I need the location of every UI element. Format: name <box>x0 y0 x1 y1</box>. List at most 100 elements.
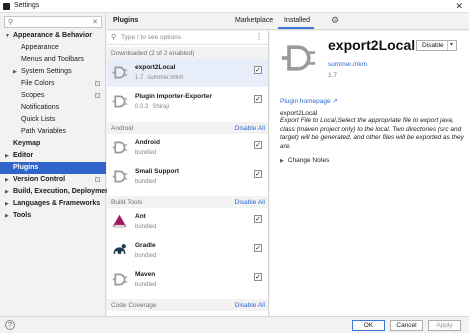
plugin-search-input[interactable]: ⚲ Type / to see options ⋮ <box>107 31 268 45</box>
chevron-right-icon[interactable]: ▶ <box>5 186 9 198</box>
vendor-link[interactable]: summer.mkm <box>328 61 367 68</box>
plugin-description: Export File to Local,Select the appropri… <box>280 117 464 150</box>
disable-all-link[interactable]: Disable All <box>235 302 265 309</box>
plugins-header: Plugins Marketplace Installed ⚙ <box>107 13 469 30</box>
sidebar-item-system-settings[interactable]: ▶ System Settings <box>0 66 106 78</box>
sidebar-item-label: Appearance & Behavior <box>13 32 92 39</box>
close-icon[interactable]: ✕ <box>455 1 463 12</box>
plugin-list: ⚲ Type / to see options ⋮ Downloaded (2 … <box>107 31 269 316</box>
app-icon <box>3 3 10 10</box>
chevron-right-icon[interactable]: ▶ <box>13 66 17 78</box>
group-label: Android <box>111 125 134 132</box>
sidebar-item-label: Quick Lists <box>21 116 56 123</box>
sidebar-item-label: Languages & Frameworks <box>13 200 101 207</box>
project-settings-icon <box>95 81 100 86</box>
change-notes-toggle[interactable]: ▶ Change Notes <box>280 157 329 164</box>
sidebar-search-input[interactable]: ⚲ ✕ <box>4 16 102 28</box>
settings-sidebar: ⚲ ✕ ▼ Appearance & Behavior Appearance Menu… <box>0 13 112 316</box>
sidebar-item-editor[interactable]: ▶ Editor <box>0 150 106 162</box>
disable-button-label: Disable <box>422 42 444 49</box>
plugin-meta: bundled <box>135 253 157 259</box>
plugin-row-export2local[interactable]: export2Local 1.7 summer.mkm ✓ <box>107 59 268 87</box>
plugin-version: 1.7 <box>328 72 338 79</box>
search-icon: ⚲ <box>8 19 14 26</box>
plugin-homepage-link[interactable]: Plugin homepage ↗ <box>280 97 338 105</box>
chevron-right-icon[interactable]: ▶ <box>5 150 9 162</box>
plugin-row-smali-support[interactable]: Smali Support bundled ✓ <box>107 163 268 191</box>
sidebar-item-quick-lists[interactable]: Quick Lists <box>0 114 106 126</box>
dialog-footer: ? OK Cancel Apply <box>0 316 469 333</box>
sidebar-item-build-execution-deployment[interactable]: ▶ Build, Execution, Deployment <box>0 186 112 198</box>
sidebar-item-file-colors[interactable]: File Colors <box>0 78 106 90</box>
sidebar-item-path-variables[interactable]: Path Variables <box>0 126 106 138</box>
enable-checkbox[interactable]: ✓ <box>254 66 262 74</box>
title-bar: Settings ✕ <box>0 0 469 13</box>
disable-all-link[interactable]: Disable All <box>235 125 265 132</box>
ok-button[interactable]: OK <box>352 320 385 331</box>
disable-button[interactable]: Disable ▾ <box>416 40 457 51</box>
plugin-id: export2Local <box>280 110 318 117</box>
sidebar-item-label: Plugins <box>13 164 39 171</box>
sidebar-item-scopes[interactable]: Scopes <box>0 90 106 102</box>
group-android: Android Disable All <box>107 122 268 134</box>
page-title: Plugins <box>113 17 139 24</box>
plugin-row-ant[interactable]: Ant bundled ✓ <box>107 208 268 236</box>
more-options-icon[interactable]: ⋮ <box>255 32 263 41</box>
sidebar-item-label: Scopes <box>21 92 45 99</box>
plugin-row-android[interactable]: Android bundled ✓ <box>107 134 268 162</box>
plugin-plug-icon <box>281 45 316 71</box>
sidebar-item-label: Version Control <box>13 176 66 183</box>
chevron-right-icon[interactable]: ▶ <box>5 174 9 186</box>
chevron-down-icon[interactable]: ▾ <box>450 41 453 48</box>
plugin-row-maven[interactable]: Maven bundled ✓ <box>107 266 268 294</box>
sidebar-item-notifications[interactable]: Notifications <box>0 102 106 114</box>
window-title: Settings <box>14 2 40 9</box>
plugin-name: Gradle <box>135 242 156 249</box>
sidebar-item-label: Notifications <box>21 104 60 111</box>
enable-checkbox[interactable]: ✓ <box>254 141 262 149</box>
gear-icon[interactable]: ⚙ <box>331 15 339 26</box>
chevron-right-icon[interactable]: ▶ <box>5 198 9 210</box>
tab-installed-indicator <box>278 27 314 29</box>
sidebar-item-appearance-behavior[interactable]: ▼ Appearance & Behavior <box>0 30 106 42</box>
sidebar-item-label: System Settings <box>21 68 72 75</box>
chevron-down-icon[interactable]: ▼ <box>5 30 10 42</box>
sidebar-item-label: Editor <box>13 152 34 159</box>
sidebar-item-appearance[interactable]: Appearance <box>0 42 106 54</box>
cancel-button[interactable]: Cancel <box>390 320 423 331</box>
group-label: Build Tools <box>111 199 143 206</box>
plugin-meta: bundled <box>135 150 157 156</box>
apply-button[interactable]: Apply <box>428 320 461 331</box>
sidebar-item-menus-and-toolbars[interactable]: Menus and Toolbars <box>0 54 106 66</box>
enable-checkbox[interactable]: ✓ <box>254 244 262 252</box>
enable-checkbox[interactable]: ✓ <box>254 273 262 281</box>
group-code-coverage: Code Coverage Disable All <box>107 299 268 311</box>
enable-checkbox[interactable]: ✓ <box>254 170 262 178</box>
tab-installed[interactable]: Installed <box>284 17 310 24</box>
change-notes-label: Change Notes <box>287 157 330 164</box>
sidebar-item-label: Tools <box>13 212 32 219</box>
clear-icon[interactable]: ✕ <box>92 18 98 26</box>
gradle-elephant-icon <box>113 244 126 254</box>
sidebar-item-label: Build, Execution, Deployment <box>13 188 112 195</box>
sidebar-item-languages-frameworks[interactable]: ▶ Languages & Frameworks <box>0 198 106 210</box>
divider <box>447 41 448 50</box>
plugin-name: Plugin Importer-Exporter <box>135 93 212 100</box>
chevron-right-icon[interactable]: ▶ <box>5 210 9 222</box>
disable-all-link[interactable]: Disable All <box>235 199 265 206</box>
plugin-row-gradle[interactable]: Gradle bundled ✓ <box>107 237 268 265</box>
sidebar-item-version-control[interactable]: ▶ Version Control <box>0 174 106 186</box>
tab-marketplace[interactable]: Marketplace <box>235 17 273 24</box>
plugin-name: export2Local <box>135 64 176 71</box>
sidebar-item-tools[interactable]: ▶ Tools <box>0 210 106 222</box>
sidebar-item-plugins[interactable]: Plugins <box>0 162 106 174</box>
search-icon: ⚲ <box>111 34 117 41</box>
group-label: Code Coverage <box>111 302 157 309</box>
plugin-plug-icon <box>112 273 128 286</box>
help-icon[interactable]: ? <box>5 320 15 330</box>
enable-checkbox[interactable]: ✓ <box>254 95 262 103</box>
plugin-row-importer-exporter[interactable]: Plugin Importer-Exporter 0.0.3 Shiraji ✓ <box>107 88 268 116</box>
plugin-meta: bundled <box>135 179 157 185</box>
enable-checkbox[interactable]: ✓ <box>254 215 262 223</box>
sidebar-item-keymap[interactable]: Keymap <box>0 138 106 150</box>
